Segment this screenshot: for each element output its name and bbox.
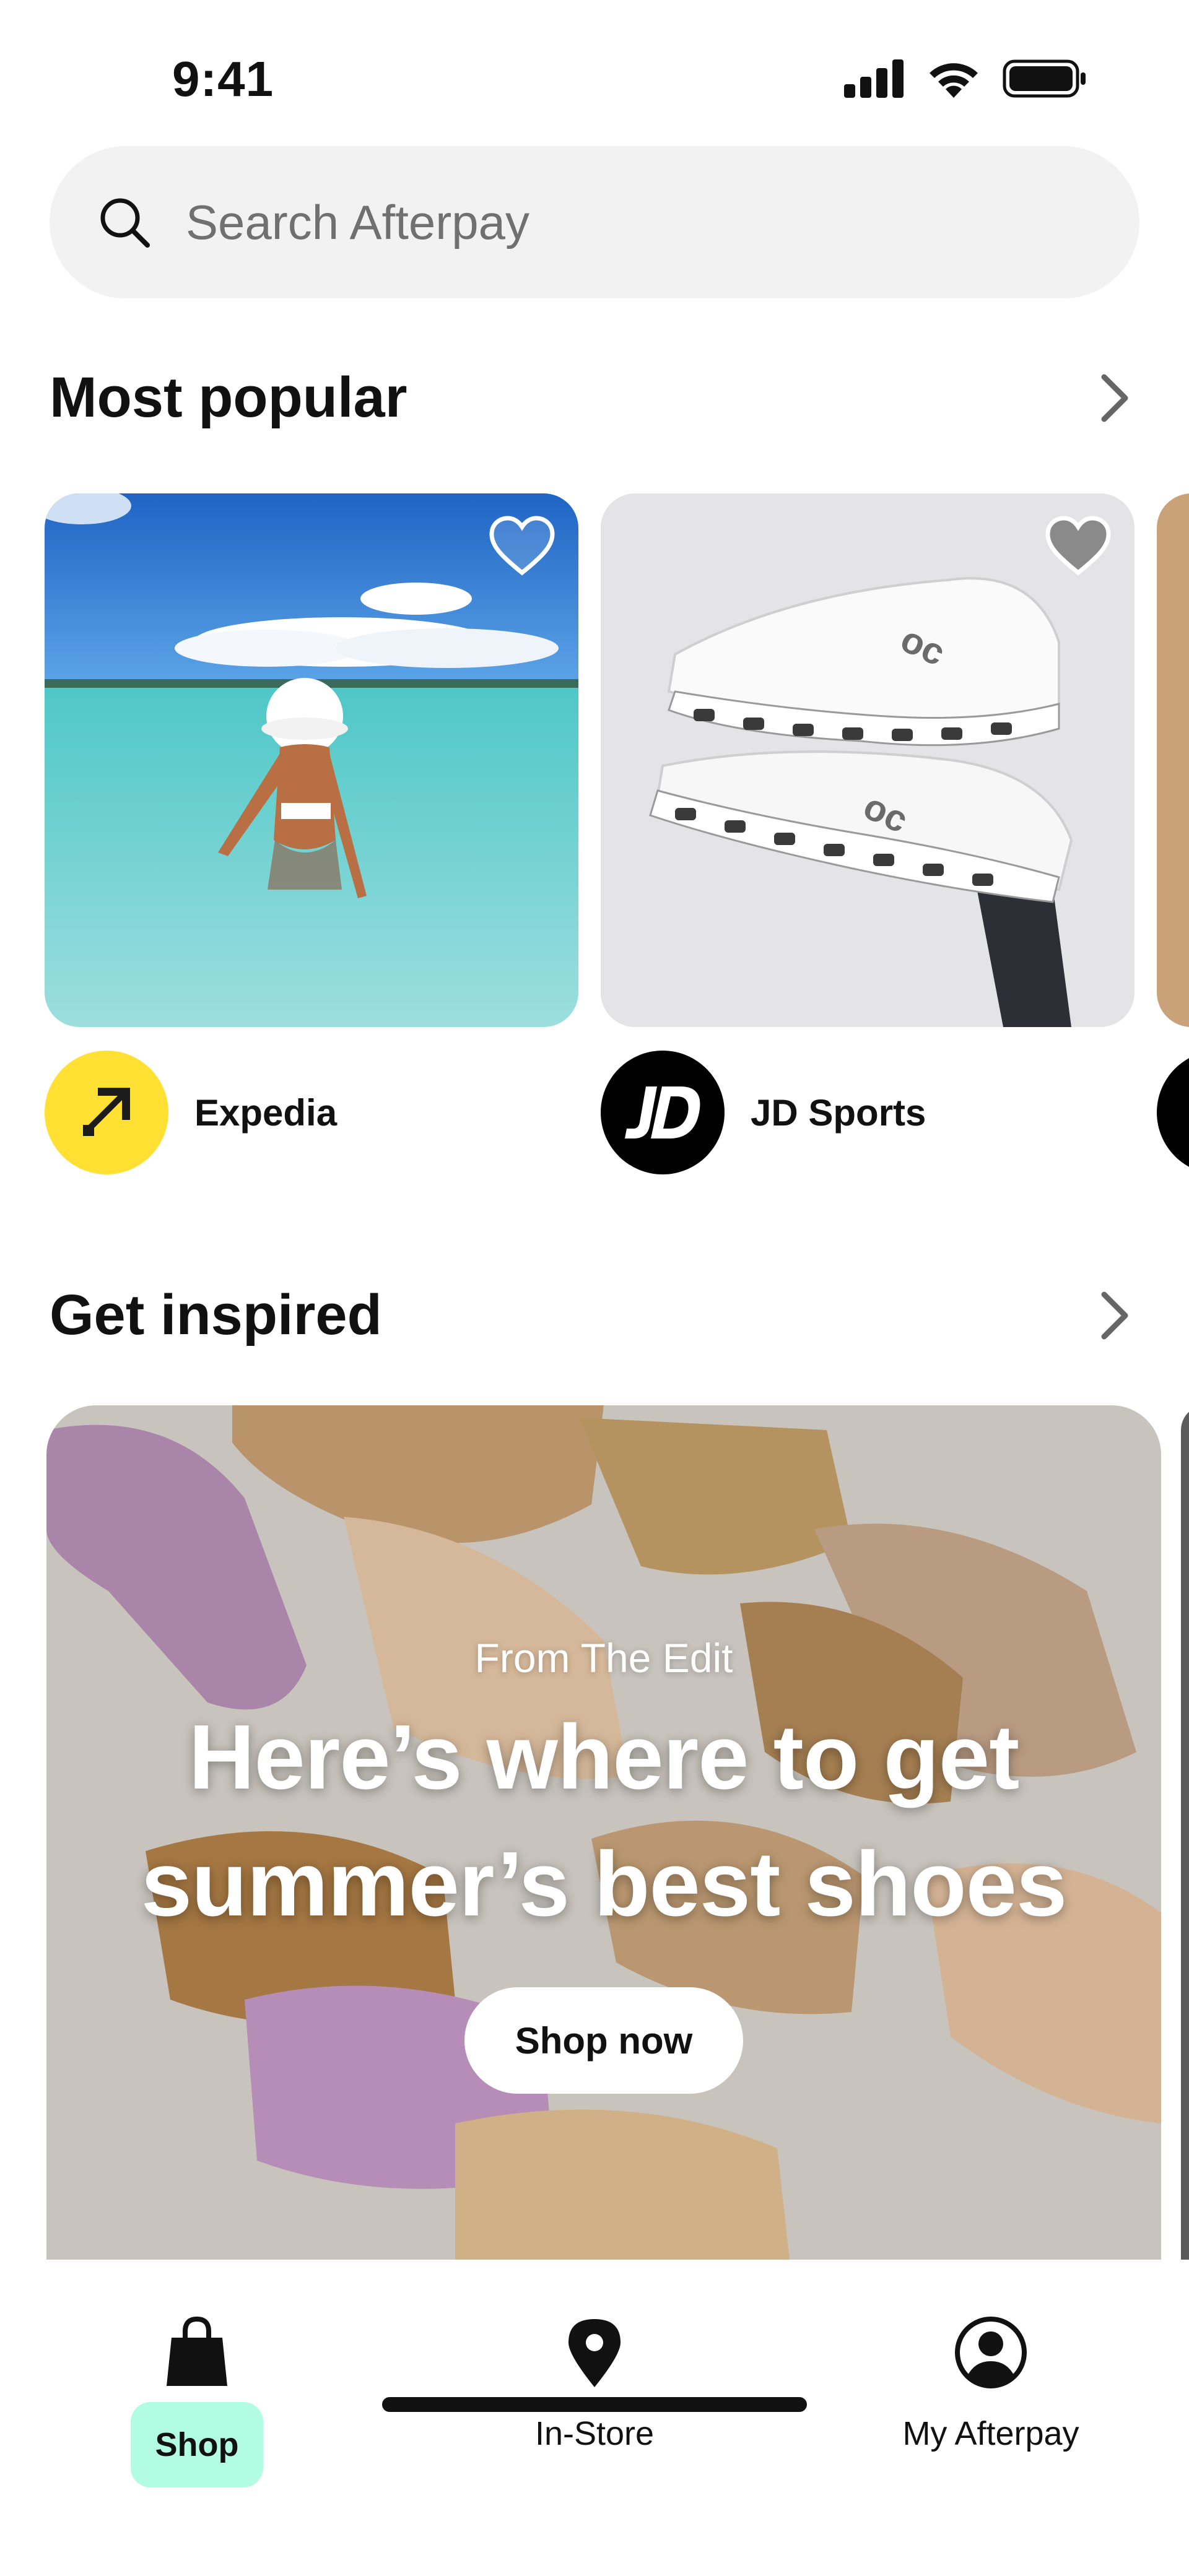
home-indicator: [382, 2397, 807, 2412]
status-icons: [844, 59, 1087, 98]
favorite-heart-icon[interactable]: [1044, 516, 1112, 578]
merchant-name: JD Sports: [751, 1091, 926, 1134]
battery-icon: [1003, 59, 1086, 98]
tab-my-afterpay[interactable]: My Afterpay: [867, 2315, 1115, 2453]
get-inspired-header: Get inspired: [50, 1283, 1139, 1348]
chevron-right-icon[interactable]: [1090, 373, 1139, 423]
tab-shop[interactable]: Shop: [73, 2315, 321, 2487]
merchant-photo: [1157, 493, 1189, 1027]
cellular-signal-icon: [844, 59, 904, 98]
wifi-icon: [930, 63, 978, 98]
shopping-bag-icon: [167, 2316, 227, 2386]
banner-eyebrow: From The Edit: [474, 1635, 733, 1681]
merchant-name: Expedia: [194, 1091, 338, 1134]
search-bar[interactable]: [50, 146, 1139, 298]
merchant-card-partial[interactable]: [1157, 493, 1189, 1174]
most-popular-carousel[interactable]: Expedia oc oc JD Sports: [45, 493, 1189, 1181]
merchant-logo: [1157, 1051, 1189, 1174]
most-popular-title: Most popular: [50, 366, 407, 429]
tab-label: In-Store: [534, 2415, 655, 2452]
account-circle-icon: [955, 2317, 1027, 2388]
expedia-logo: [45, 1051, 168, 1174]
white-sneakers-photo: oc oc: [601, 493, 1135, 1027]
merchant-info: Expedia: [45, 1051, 337, 1174]
merchant-info: JD Sports: [601, 1051, 926, 1174]
bottom-tab-bar: Shop In-Store My Afterpay: [0, 2260, 1189, 2576]
get-inspired-title: Get inspired: [50, 1283, 382, 1347]
banner-headline-line-2: summer’s best shoes: [141, 1833, 1068, 1935]
most-popular-header: Most popular: [50, 365, 1139, 430]
merchant-info: [1157, 1051, 1189, 1174]
banner-headline-line-1: Here’s where to get: [188, 1706, 1020, 1808]
shop-now-button[interactable]: Shop now: [464, 1987, 743, 2094]
next-banner-peek[interactable]: [1181, 1405, 1189, 2260]
tab-label: My Afterpay: [902, 2415, 1079, 2452]
location-pin-icon: [568, 2319, 621, 2387]
inspire-text: From The Edit Here’s where to get summer…: [46, 1634, 1161, 1948]
merchant-card-jd-sports[interactable]: oc oc JD Sports: [601, 493, 1135, 1174]
beach-woman-photo: [45, 493, 578, 1027]
inspire-banner[interactable]: From The Edit Here’s where to get summer…: [46, 1405, 1161, 2260]
banner-headline: Here’s where to get summer’s best shoes: [46, 1694, 1161, 1948]
status-time: 9:41: [172, 51, 274, 106]
search-input[interactable]: [186, 194, 1053, 251]
favorite-heart-icon[interactable]: [488, 516, 556, 578]
tab-in-store[interactable]: In-Store: [471, 2315, 718, 2453]
merchant-card-expedia[interactable]: Expedia: [45, 493, 578, 1174]
chevron-right-icon[interactable]: [1090, 1291, 1139, 1340]
status-bar: 9:41: [0, 0, 1189, 142]
jd-sports-logo: [601, 1051, 725, 1174]
tab-label: Shop: [130, 2402, 264, 2487]
search-icon: [100, 198, 150, 248]
